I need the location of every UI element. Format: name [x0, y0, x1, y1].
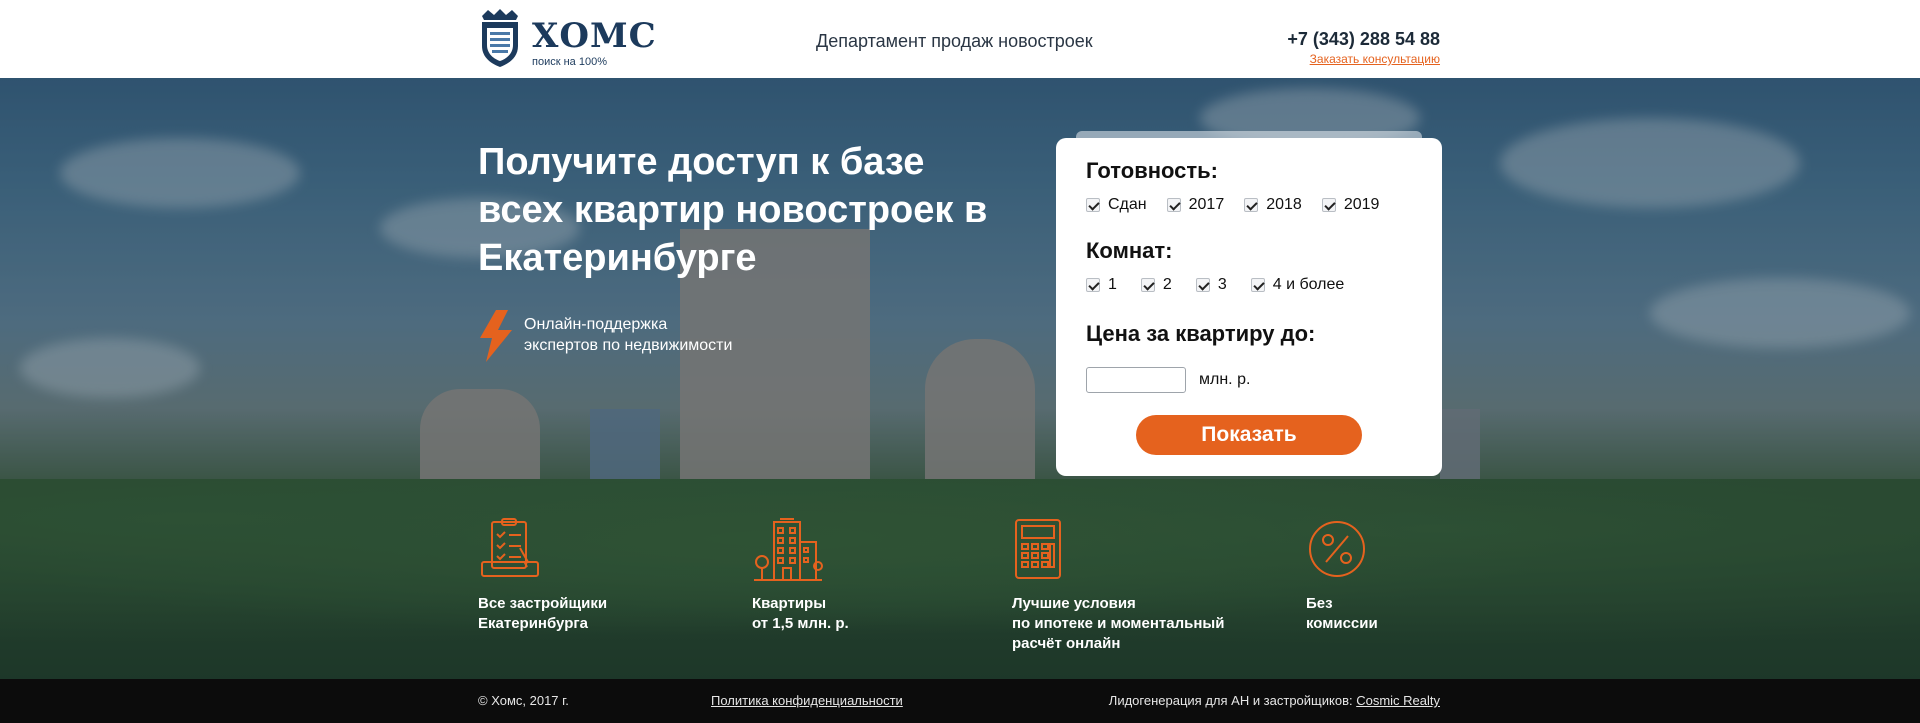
feature-line-2: Екатеринбурга [478, 615, 588, 632]
department-title: Департамент продаж новостроек [816, 31, 1093, 51]
hero-section: Получите доступ к базе всех квартир ново… [0, 78, 1920, 679]
consultation-link[interactable]: Заказать консультацию [1310, 52, 1440, 66]
phone-number[interactable]: +7 (343) 288 54 88 [1287, 29, 1440, 50]
support-line-1: Онлайн-поддержка [524, 316, 668, 333]
checkbox-checked-icon[interactable] [1195, 278, 1210, 292]
leadgen-credit: Лидогенерация для АН и застройщиков: Cos… [1109, 693, 1440, 708]
feature-line-1: Квартиры [752, 595, 827, 612]
feature-developers: Все застройщики Екатеринбурга [478, 518, 607, 632]
cosmic-realty-link[interactable]: Cosmic Realty [1356, 693, 1440, 708]
price-title: Цена за квартиру до: [1086, 321, 1316, 346]
logo[interactable]: ХОМС поиск на 100% [478, 8, 656, 68]
feature-no-commission: Без комиссии [1306, 518, 1378, 632]
checkbox-checked-icon[interactable] [1250, 278, 1265, 292]
feature-line-1: Все застройщики [478, 595, 608, 612]
max-price-input[interactable] [1086, 367, 1186, 393]
checkbox-checked-icon[interactable] [1140, 278, 1155, 292]
feature-line-1: Без [1306, 595, 1333, 612]
readiness-checkbox[interactable]: 2019 [1321, 196, 1380, 214]
checklist-icon [481, 518, 539, 577]
checkbox-label: 1 [1108, 276, 1117, 293]
lightning-icon [480, 310, 512, 362]
checkbox-label: 2018 [1266, 196, 1302, 213]
leadgen-text: Лидогенерация для АН и застройщиков: [1108, 693, 1357, 708]
feature-text: Лучшие условия по ипотеке и моментальный… [1012, 594, 1272, 654]
readiness-checkbox[interactable]: Сдан [1086, 196, 1147, 214]
feature-line-2: по ипотеке и моментальный [1012, 615, 1225, 632]
checkbox-label: 2019 [1343, 196, 1380, 213]
feature-text: Квартиры от 1,5 млн. р. [752, 594, 1012, 634]
feature-line-2: от 1,5 млн. р. [752, 615, 849, 632]
search-form: Готовность: Сдан 2017 2018 2019 Комнат: … [1056, 138, 1442, 476]
support-text: Онлайн-поддержка экспертов по недвижимос… [524, 314, 784, 356]
checkbox-checked-icon[interactable] [1086, 278, 1100, 292]
readiness-title: Готовность: [1086, 158, 1219, 183]
readiness-checkbox[interactable]: 2017 [1166, 196, 1225, 214]
checkbox-checked-icon[interactable] [1321, 198, 1336, 212]
logo-tagline: поиск на 100% [532, 56, 607, 68]
feature-mortgage: Лучшие условия по ипотеке и моментальный… [1012, 518, 1224, 652]
site-footer: © Хомс, 2017 г. Политика конфиденциально… [0, 679, 1920, 723]
checkbox-checked-icon[interactable] [1244, 198, 1259, 212]
readiness-options: Сдан 2017 2018 2019 [1086, 196, 1379, 214]
checkbox-label: 4 и более [1272, 276, 1345, 293]
rooms-checkbox[interactable]: 1 [1086, 276, 1117, 294]
building-icon [754, 518, 823, 581]
checkbox-checked-icon[interactable] [1166, 198, 1181, 212]
calculator-icon [1015, 519, 1061, 579]
readiness-checkbox[interactable]: 2018 [1244, 196, 1302, 214]
checkbox-label: 2017 [1188, 196, 1225, 213]
feature-text: Все застройщики Екатеринбурга [478, 594, 738, 634]
rooms-checkbox[interactable]: 3 [1195, 276, 1227, 294]
show-button[interactable]: Показать [1136, 415, 1362, 455]
support-line-2: экспертов по недвижимости [524, 337, 733, 354]
feature-line-3: расчёт онлайн [1012, 635, 1121, 652]
price-unit: млн. р. [1199, 371, 1251, 388]
logo-name: ХОМС [532, 16, 657, 56]
rooms-checkbox[interactable]: 4 и более [1250, 276, 1345, 294]
checkbox-checked-icon[interactable] [1086, 198, 1100, 212]
checkbox-label: 2 [1162, 276, 1172, 293]
rooms-checkbox[interactable]: 2 [1140, 276, 1172, 294]
feature-line-1: Лучшие условия [1012, 595, 1136, 612]
feature-apartments: Квартиры от 1,5 млн. р. [752, 518, 849, 632]
rooms-title: Комнат: [1086, 238, 1173, 263]
privacy-policy-link[interactable]: Политика конфиденциальности [711, 693, 903, 708]
shield-logo-icon [482, 9, 518, 67]
site-header: ХОМС поиск на 100% Департамент продаж но… [0, 0, 1920, 78]
copyright: © Хомс, 2017 г. [478, 693, 569, 708]
percent-icon [1309, 521, 1365, 577]
rooms-options: 1 2 3 4 и более [1086, 276, 1344, 294]
checkbox-label: Сдан [1108, 196, 1147, 213]
feature-text: Без комиссии [1306, 594, 1566, 634]
checkbox-label: 3 [1217, 276, 1227, 293]
hero-headline: Получите доступ к базе всех квартир ново… [478, 141, 988, 279]
feature-line-2: комиссии [1306, 615, 1378, 632]
